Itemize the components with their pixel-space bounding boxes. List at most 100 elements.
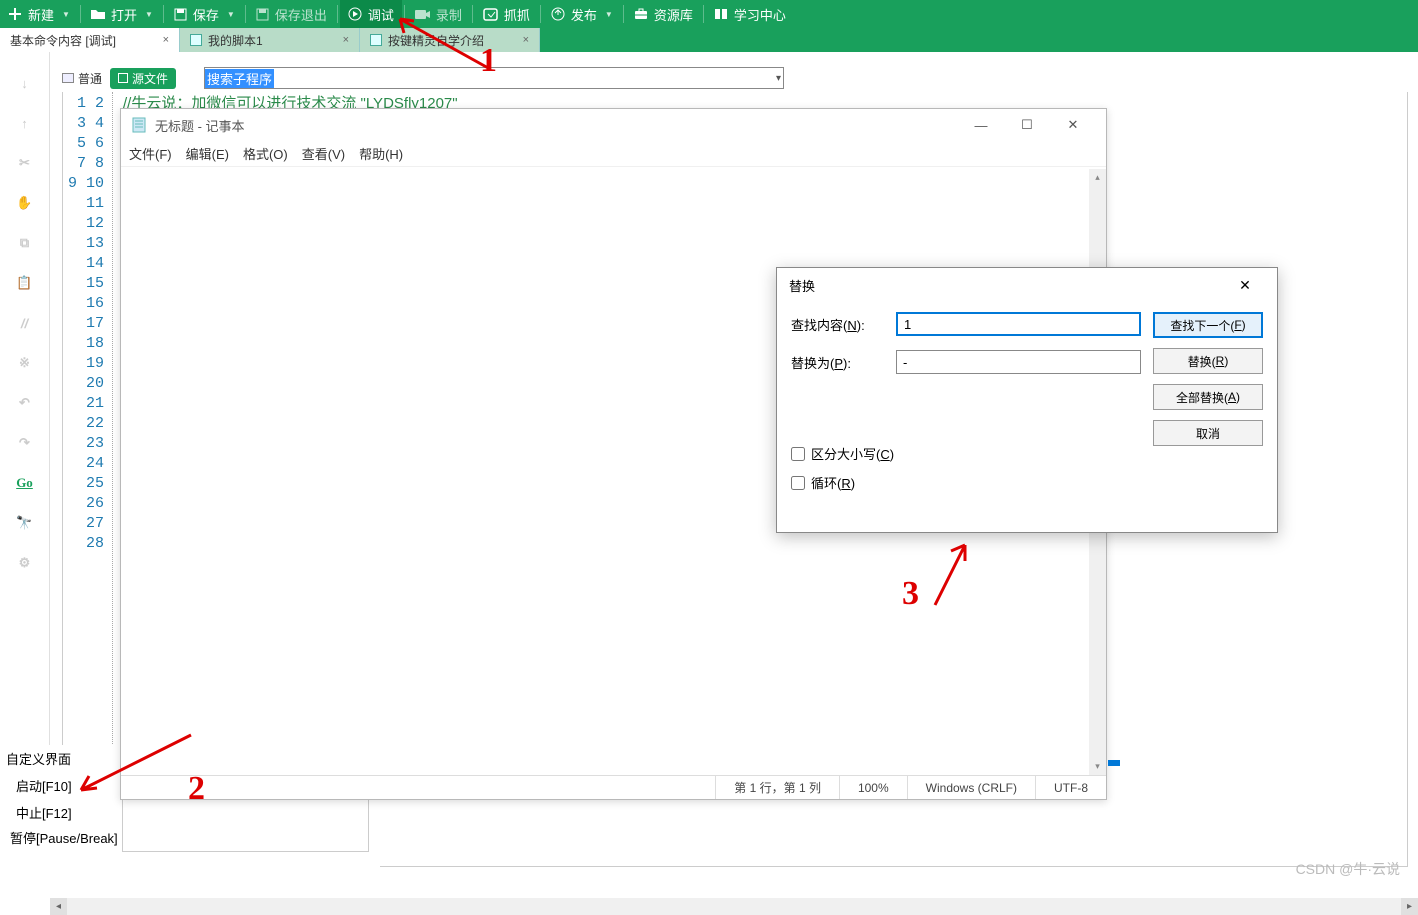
- go-button[interactable]: Go: [14, 472, 36, 494]
- menu-help[interactable]: 帮助(H): [359, 144, 403, 163]
- close-button[interactable]: ✕: [1050, 109, 1096, 141]
- hand-icon[interactable]: ✋: [14, 192, 36, 214]
- close-icon[interactable]: ×: [523, 34, 529, 46]
- mode-label: 普通: [78, 70, 102, 87]
- document-icon: [190, 34, 202, 46]
- maximize-button[interactable]: ☐: [1004, 109, 1050, 141]
- new-label: 新建: [28, 5, 54, 24]
- replace-all-button[interactable]: 全部替换(A): [1153, 384, 1263, 410]
- redo-icon[interactable]: ↷: [14, 432, 36, 454]
- record-label: 录制: [436, 5, 462, 24]
- replace-button[interactable]: 替换(R): [1153, 348, 1263, 374]
- window-icon: [62, 73, 74, 83]
- dialog-titlebar[interactable]: 替换 ✕: [777, 268, 1277, 302]
- undo-icon[interactable]: ↶: [14, 392, 36, 414]
- arrow-up-icon[interactable]: ↑: [14, 112, 36, 134]
- notepad-statusbar: 第 1 行，第 1 列 100% Windows (CRLF) UTF-8: [121, 775, 1106, 799]
- tab-label: 我的脚本1: [208, 32, 263, 49]
- save-exit-icon: [256, 8, 269, 21]
- publish-icon: [551, 7, 565, 21]
- play-icon: [348, 7, 362, 21]
- scroll-down-icon[interactable]: ▾: [1089, 758, 1106, 775]
- learn-button[interactable]: 学习中心: [706, 0, 794, 28]
- notepad-icon: [131, 117, 147, 133]
- menu-edit[interactable]: 编辑(E): [186, 144, 229, 163]
- save-label: 保存: [193, 5, 219, 24]
- find-label: 查找内容(N):: [791, 315, 886, 334]
- folder-icon: [91, 8, 105, 20]
- arrow-down-icon[interactable]: ↓: [14, 72, 36, 94]
- open-label: 打开: [111, 5, 137, 24]
- menu-view[interactable]: 查看(V): [302, 144, 345, 163]
- paste-icon[interactable]: 📋: [14, 272, 36, 294]
- scroll-left-icon[interactable]: ◂: [50, 898, 67, 915]
- copy-icon[interactable]: ⧉: [14, 232, 36, 254]
- tab-intro[interactable]: 按键精灵自学介绍 ×: [360, 28, 540, 52]
- save-icon: [174, 8, 187, 21]
- close-icon[interactable]: ×: [163, 34, 169, 46]
- caret-icon: ▼: [227, 10, 235, 19]
- h-scrollbar[interactable]: ◂ ▸: [50, 898, 1418, 915]
- close-icon[interactable]: ×: [343, 34, 349, 46]
- dialog-close-button[interactable]: ✕: [1225, 277, 1265, 294]
- uncomment-icon[interactable]: ※: [14, 352, 36, 374]
- learn-label: 学习中心: [734, 5, 786, 24]
- mode-normal[interactable]: 普通: [62, 70, 102, 87]
- save-exit-button[interactable]: 保存退出: [248, 0, 335, 28]
- open-button[interactable]: 打开 ▼: [83, 0, 161, 28]
- wrap-checkbox[interactable]: [791, 476, 805, 490]
- publish-button[interactable]: 发布 ▼: [543, 0, 621, 28]
- save-button[interactable]: 保存 ▼: [166, 0, 243, 28]
- publish-label: 发布: [571, 5, 597, 24]
- search-box[interactable]: 搜索子程序 ▾: [204, 67, 784, 89]
- scroll-right-icon[interactable]: ▸: [1401, 898, 1418, 915]
- replace-input[interactable]: [896, 350, 1141, 374]
- settings-icon[interactable]: ⚙: [14, 552, 36, 574]
- replace-label: 替换为(P):: [791, 353, 886, 372]
- blue-accent: [1108, 760, 1120, 766]
- document-icon: [118, 73, 128, 83]
- find-input[interactable]: [896, 312, 1141, 336]
- caret-icon: ▼: [145, 10, 153, 19]
- caret-icon: ▼: [62, 10, 70, 19]
- replace-dialog: 替换 ✕ 查找内容(N): 替换为(P): 区分大小写(C) 循环(R) 查找下…: [776, 267, 1278, 533]
- tab-debug-commands[interactable]: 基本命令内容 [调试] ×: [0, 28, 180, 52]
- save-exit-label: 保存退出: [275, 5, 327, 24]
- status-eol: Windows (CRLF): [907, 776, 1035, 799]
- capture-button[interactable]: 抓抓: [475, 0, 538, 28]
- case-label: 区分大小写(C): [811, 444, 894, 463]
- resources-label: 资源库: [654, 5, 693, 24]
- search-input[interactable]: [274, 71, 783, 86]
- cancel-button[interactable]: 取消: [1153, 420, 1263, 446]
- tab-row: 基本命令内容 [调试] × 我的脚本1 × 按键精灵自学介绍 ×: [0, 28, 1418, 52]
- scroll-up-icon[interactable]: ▴: [1089, 169, 1106, 186]
- cut-icon[interactable]: ✂: [14, 152, 36, 174]
- minimize-button[interactable]: —: [958, 109, 1004, 141]
- source-button[interactable]: 源文件: [110, 68, 176, 89]
- document-icon: [370, 34, 382, 46]
- binoculars-icon[interactable]: 🔭: [14, 512, 36, 534]
- dropdown-icon[interactable]: ▾: [776, 73, 781, 84]
- tab-label: 按键精灵自学介绍: [388, 32, 484, 49]
- debug-button[interactable]: 调试: [340, 0, 402, 28]
- notepad-menu: 文件(F) 编辑(E) 格式(O) 查看(V) 帮助(H): [121, 141, 1106, 167]
- comment-icon[interactable]: //: [14, 312, 36, 334]
- main-toolbar: 新建 ▼ 打开 ▼ 保存 ▼ 保存退出 调试 录制 抓抓 发布 ▼ 资源库 学习中心: [0, 0, 1418, 28]
- resources-button[interactable]: 资源库: [626, 0, 701, 28]
- status-zoom: 100%: [839, 776, 907, 799]
- tab-myscript[interactable]: 我的脚本1 ×: [180, 28, 360, 52]
- capture-icon: [483, 8, 498, 21]
- watermark: CSDN @牛·云说: [1296, 859, 1400, 879]
- notepad-titlebar[interactable]: 无标题 - 记事本 — ☐ ✕: [121, 109, 1106, 141]
- case-checkbox[interactable]: [791, 447, 805, 461]
- new-button[interactable]: 新建 ▼: [0, 0, 78, 28]
- debug-label: 调试: [368, 5, 394, 24]
- caret-icon: ▼: [605, 10, 613, 19]
- menu-file[interactable]: 文件(F): [129, 144, 172, 163]
- find-next-button[interactable]: 查找下一个(F): [1153, 312, 1263, 338]
- notepad-title: 无标题 - 记事本: [155, 116, 245, 135]
- camera-icon: [415, 9, 430, 20]
- record-button[interactable]: 录制: [407, 0, 470, 28]
- menu-format[interactable]: 格式(O): [243, 144, 288, 163]
- capture-label: 抓抓: [504, 5, 530, 24]
